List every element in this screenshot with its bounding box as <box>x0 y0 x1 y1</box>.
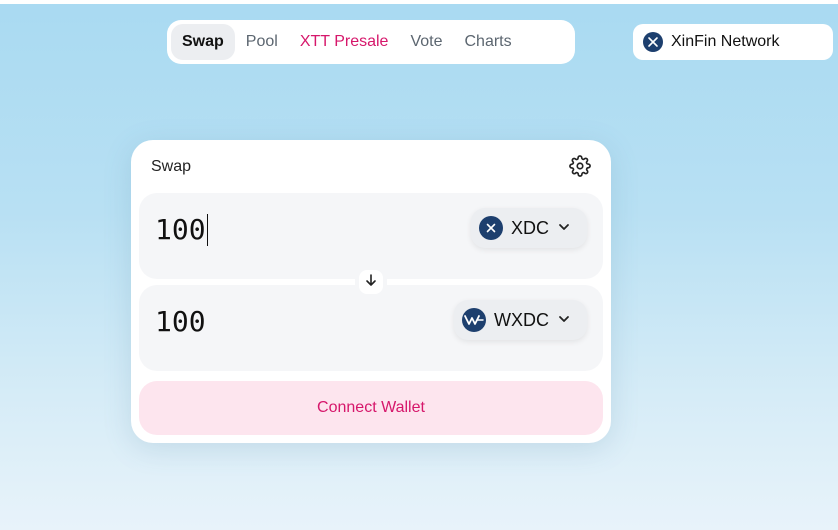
chevron-down-icon <box>557 310 571 331</box>
nav-charts[interactable]: Charts <box>453 24 522 60</box>
input-amount-value: 100 <box>155 213 206 246</box>
input-token-selector[interactable]: XDC <box>471 208 587 248</box>
connect-wallet-button[interactable]: Connect Wallet <box>139 381 603 435</box>
swap-card: Swap 100 XDC 100 WXDC Connect Wallet <box>131 140 611 443</box>
nav-vote[interactable]: Vote <box>399 24 453 60</box>
main-nav: Swap Pool XTT Presale Vote Charts <box>167 20 575 64</box>
nav-swap[interactable]: Swap <box>171 24 235 60</box>
text-caret <box>206 213 209 246</box>
gear-icon[interactable] <box>569 155 591 177</box>
nav-pool[interactable]: Pool <box>235 24 289 60</box>
input-amount-field[interactable]: 100 <box>155 213 209 246</box>
arrow-down-icon <box>364 273 378 292</box>
chevron-down-icon <box>557 218 571 239</box>
switch-direction-button[interactable] <box>355 266 387 298</box>
network-selector[interactable]: XinFin Network <box>633 24 833 60</box>
nav-xtt-presale[interactable]: XTT Presale <box>289 24 400 60</box>
top-border <box>0 0 838 4</box>
xdc-network-icon <box>643 32 663 52</box>
input-token-label: XDC <box>511 217 550 238</box>
output-amount-field[interactable]: 100 <box>155 305 206 338</box>
network-label: XinFin Network <box>671 33 780 50</box>
output-token-label: WXDC <box>494 309 549 330</box>
output-amount-value: 100 <box>155 305 206 338</box>
xdc-token-icon <box>479 216 503 240</box>
wxdc-token-icon <box>462 308 486 332</box>
swap-card-title: Swap <box>151 158 192 175</box>
output-token-selector[interactable]: WXDC <box>454 300 587 340</box>
